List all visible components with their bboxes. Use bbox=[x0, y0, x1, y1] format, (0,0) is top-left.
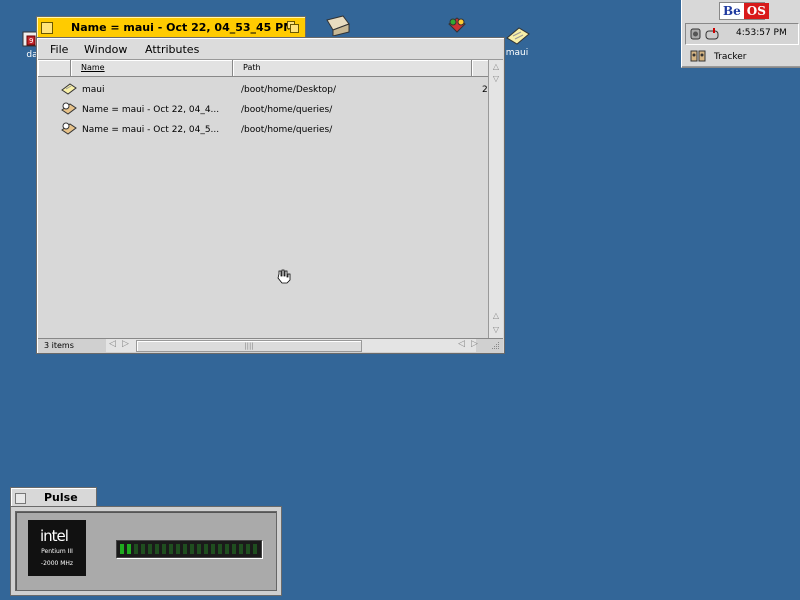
mailbox-icon[interactable] bbox=[705, 27, 719, 41]
be-menu-button[interactable]: Be OS bbox=[719, 2, 769, 20]
desktop-icon-label: maui bbox=[505, 48, 529, 58]
scroll-left-icon[interactable]: ◁ bbox=[458, 339, 465, 349]
meter-segment bbox=[169, 544, 173, 554]
scroll-up-icon[interactable]: △ bbox=[490, 61, 502, 73]
item-name: maui bbox=[82, 85, 105, 95]
resize-grip-icon[interactable] bbox=[491, 341, 501, 351]
cpu-load-meter bbox=[116, 540, 262, 558]
item-path: /boot/home/Desktop/ bbox=[241, 85, 337, 95]
cpu-chip-icon[interactable]: intel Pentium III -2000 MHz bbox=[28, 520, 86, 576]
scroll-left-icon[interactable]: ◁ bbox=[109, 339, 116, 349]
zoom-icon[interactable] bbox=[287, 21, 299, 33]
item-count: 3 items bbox=[40, 340, 109, 352]
cpu-brand: intel bbox=[40, 527, 69, 545]
pulse-window-tab[interactable]: Pulse bbox=[10, 487, 97, 508]
window-title: Name = maui - Oct 22, 04_53_45 PM bbox=[71, 21, 295, 34]
item-name: Name = maui - Oct 22, 04_4... bbox=[82, 105, 220, 115]
column-header-blank bbox=[38, 60, 71, 76]
meter-segment bbox=[218, 544, 222, 554]
system-tray: 4:53:57 PM bbox=[685, 23, 799, 45]
meter-segment bbox=[197, 544, 201, 554]
meter-segment bbox=[134, 544, 138, 554]
column-header-bar: Name Path bbox=[38, 60, 488, 77]
column-header-name[interactable]: Name bbox=[71, 60, 233, 76]
desktop-icon-package[interactable] bbox=[316, 14, 356, 36]
tracker-icon bbox=[690, 50, 706, 62]
scroll-down-icon[interactable]: ▽ bbox=[490, 324, 502, 336]
item-path: /boot/home/queries/ bbox=[241, 105, 333, 115]
vertical-scrollbar[interactable]: △ ▽ △ ▽ bbox=[488, 60, 503, 338]
scroll-thumb[interactable]: |||| bbox=[136, 340, 362, 352]
meter-segment bbox=[253, 544, 257, 554]
deskbar: Be OS 4:53:57 PM Tracker bbox=[681, 0, 800, 68]
meter-segment bbox=[246, 544, 250, 554]
package-icon bbox=[326, 15, 350, 36]
svg-text:9: 9 bbox=[29, 37, 33, 45]
meter-segment bbox=[183, 544, 187, 554]
query-icon bbox=[61, 102, 77, 115]
menu-file[interactable]: File bbox=[50, 43, 68, 56]
meter-segment bbox=[127, 544, 131, 554]
query-window: File Window Attributes Name Path maui /b… bbox=[36, 37, 505, 354]
item-path: /boot/home/queries/ bbox=[241, 125, 333, 135]
scroll-down-icon[interactable]: ▽ bbox=[490, 73, 502, 85]
column-header-path[interactable]: Path bbox=[233, 60, 472, 76]
cpu-model: Pentium III bbox=[41, 548, 73, 555]
list-item[interactable]: Name = maui - Oct 22, 04_5... /boot/home… bbox=[38, 119, 488, 139]
apps-icon bbox=[448, 17, 466, 33]
tracker-label: Tracker bbox=[714, 52, 747, 62]
meter-segment bbox=[232, 544, 236, 554]
pulse-window: intel Pentium III -2000 MHz bbox=[10, 506, 282, 596]
menu-bar: File Window Attributes bbox=[38, 39, 503, 60]
text-document-icon bbox=[61, 83, 77, 95]
scroll-up-icon[interactable]: △ bbox=[490, 310, 502, 322]
meter-segment bbox=[141, 544, 145, 554]
be-logo-text: Be bbox=[720, 3, 744, 19]
meter-segment bbox=[155, 544, 159, 554]
file-list: maui /boot/home/Desktop/ 2 Name = maui -… bbox=[38, 77, 488, 337]
meter-segment bbox=[120, 544, 124, 554]
item-extra: 2 bbox=[482, 85, 488, 95]
cpu-speed: -2000 MHz bbox=[40, 560, 74, 567]
status-bar: 3 items ◁ ▷ |||| ◁ ▷ bbox=[38, 338, 503, 353]
menu-window[interactable]: Window bbox=[84, 43, 127, 56]
os-logo-text: OS bbox=[743, 3, 769, 19]
pulse-title: Pulse bbox=[44, 491, 78, 504]
maui-icon bbox=[506, 27, 530, 45]
desktop-icon-apps[interactable] bbox=[436, 14, 476, 36]
meter-segment bbox=[211, 544, 215, 554]
clock[interactable]: 4:53:57 PM bbox=[736, 28, 787, 38]
horizontal-scrollbar[interactable]: ◁ ▷ |||| ◁ ▷ bbox=[106, 339, 478, 352]
column-header-more[interactable] bbox=[472, 60, 488, 76]
meter-segment bbox=[239, 544, 243, 554]
meter-segment bbox=[190, 544, 194, 554]
column-name-label: Name bbox=[81, 63, 105, 72]
meter-segment bbox=[148, 544, 152, 554]
speaker-icon[interactable] bbox=[690, 27, 702, 41]
window-tab[interactable]: Name = maui - Oct 22, 04_53_45 PM bbox=[36, 16, 306, 39]
deskbar-item-tracker[interactable]: Tracker bbox=[686, 48, 798, 64]
scroll-right-icon[interactable]: ▷ bbox=[122, 339, 129, 349]
hand-cursor-icon bbox=[277, 269, 291, 284]
pulse-close-button[interactable] bbox=[15, 493, 26, 504]
pulse-panel: intel Pentium III -2000 MHz bbox=[15, 511, 277, 591]
item-name: Name = maui - Oct 22, 04_5... bbox=[82, 125, 220, 135]
scroll-right-icon[interactable]: ▷ bbox=[471, 339, 478, 349]
meter-segment bbox=[162, 544, 166, 554]
query-icon bbox=[61, 122, 77, 135]
menu-attributes[interactable]: Attributes bbox=[145, 43, 199, 56]
column-path-label: Path bbox=[243, 63, 261, 72]
list-item[interactable]: Name = maui - Oct 22, 04_4... /boot/home… bbox=[38, 99, 488, 119]
meter-segment bbox=[204, 544, 208, 554]
meter-segment bbox=[176, 544, 180, 554]
close-button[interactable] bbox=[41, 22, 53, 34]
list-item[interactable]: maui /boot/home/Desktop/ 2 bbox=[38, 79, 488, 99]
meter-segment bbox=[225, 544, 229, 554]
